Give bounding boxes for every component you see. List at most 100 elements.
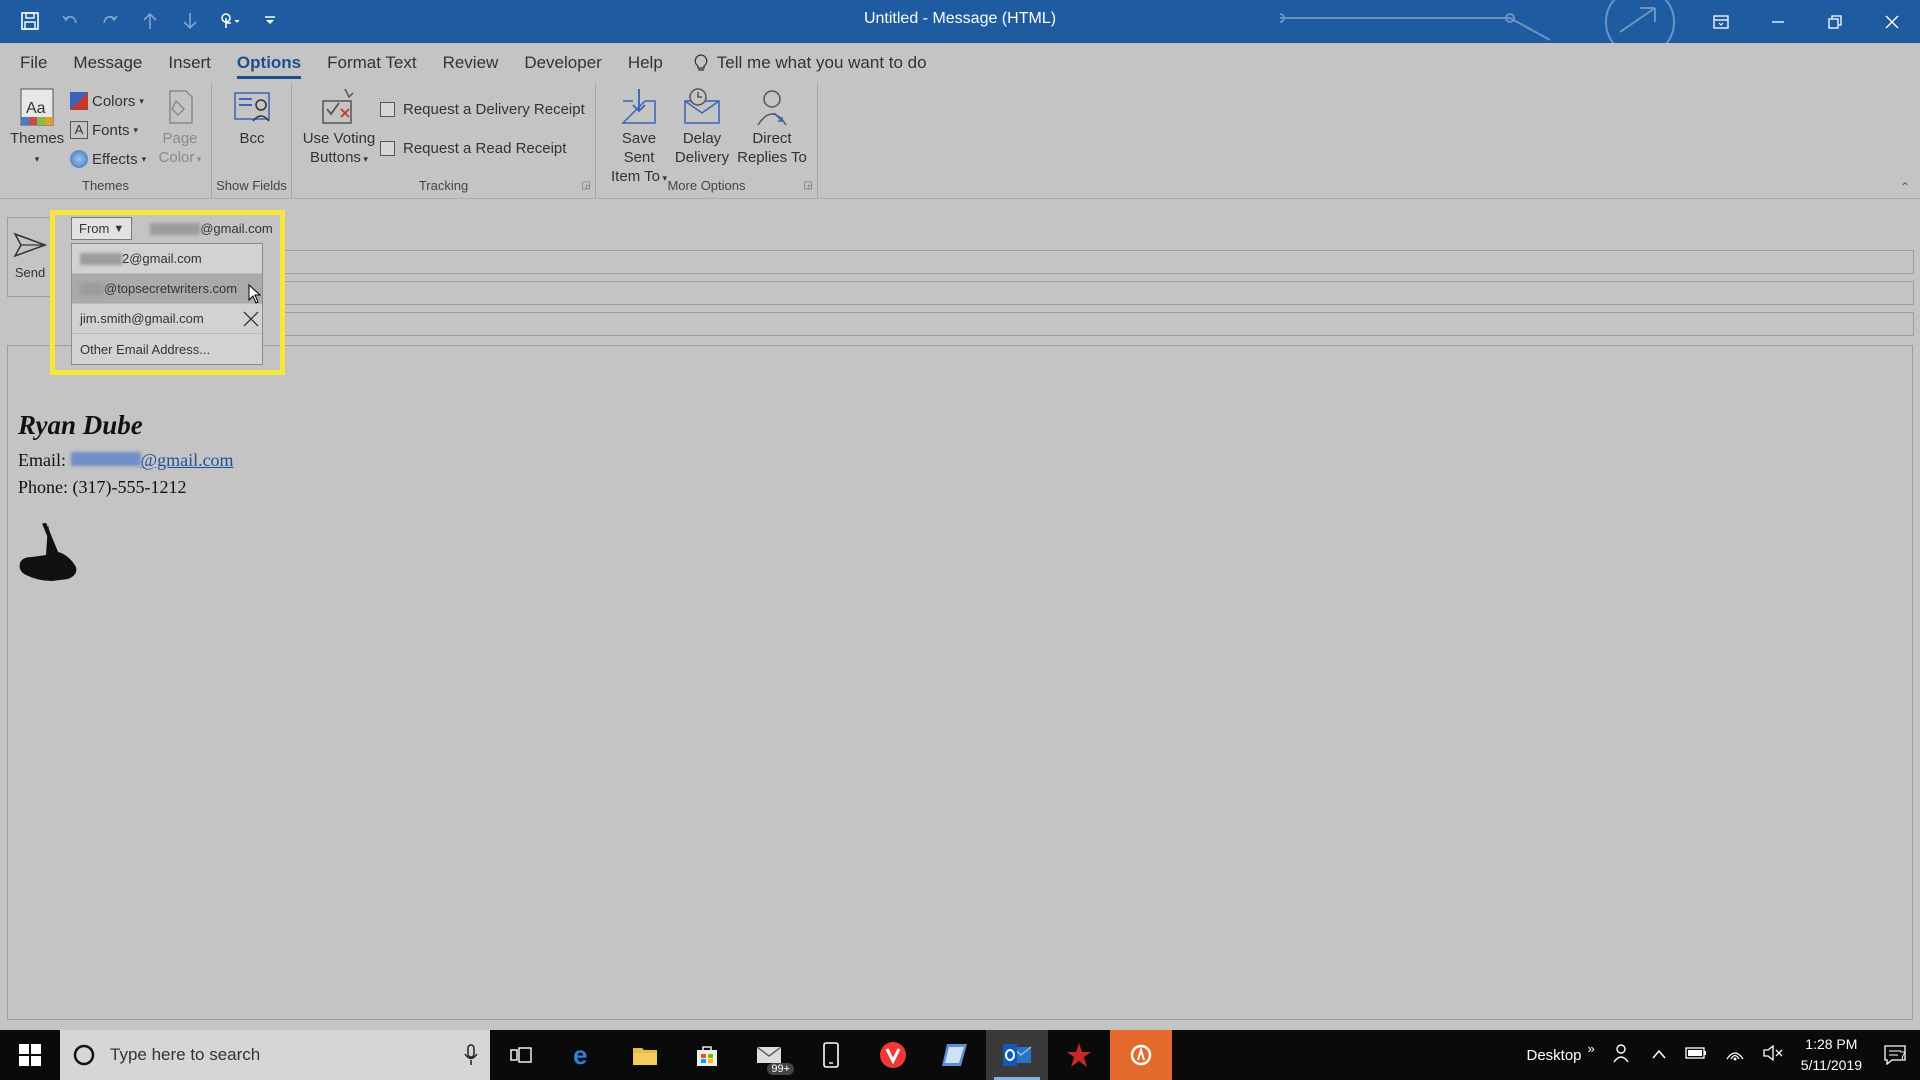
- taskbar: Type here to search e 99+ Desktop » 1:28…: [0, 1030, 1920, 1080]
- redacted-text: [150, 222, 201, 235]
- tab-help[interactable]: Help: [628, 47, 663, 79]
- signature-email-line: Email: @gmail.com: [18, 447, 234, 474]
- toolbar-expand-icon[interactable]: »: [1588, 1041, 1595, 1056]
- colors-button[interactable]: Colors ▾: [70, 92, 144, 110]
- from-option-jim-smith[interactable]: jim.smith@gmail.com: [72, 304, 262, 334]
- mouse-cursor-icon: [248, 284, 262, 304]
- tracking-group: Use Voting Buttons ▾ Request a Delivery …: [292, 83, 596, 199]
- task-view-icon[interactable]: [490, 1030, 552, 1080]
- signature-email-suffix: @gmail.com: [140, 450, 234, 470]
- compose-area: Send From ▼ @gmail.com 2@gmail.com @tops…: [0, 200, 1920, 1030]
- signature-name: Ryan Dube: [18, 410, 143, 440]
- voting-buttons-label-1: Use Voting: [302, 130, 376, 147]
- phone-icon[interactable]: [800, 1030, 862, 1080]
- effects-button[interactable]: Effects ▾: [70, 150, 146, 168]
- delivery-receipt-checkbox[interactable]: Request a Delivery Receipt: [380, 101, 585, 118]
- ribbon-display-options-icon[interactable]: [1692, 0, 1749, 43]
- page-color-label-1: Page: [162, 130, 198, 147]
- cc-field[interactable]: [280, 281, 1914, 305]
- snagit-icon[interactable]: [1048, 1030, 1110, 1080]
- window-title: Untitled - Message (HTML): [863, 10, 1057, 27]
- store-icon[interactable]: [676, 1030, 738, 1080]
- message-body[interactable]: [7, 345, 1913, 1020]
- hand-writing-icon: [18, 522, 234, 590]
- dialog-launcher-icon[interactable]: ◲: [804, 180, 813, 191]
- voting-buttons-button[interactable]: Use Voting Buttons ▾: [300, 87, 378, 169]
- signature-email-link[interactable]: @gmail.com: [70, 450, 234, 470]
- search-placeholder: Type here to search: [110, 1045, 261, 1064]
- voting-buttons-label-2: Buttons: [310, 149, 361, 166]
- effects-icon: [70, 150, 88, 168]
- tab-developer[interactable]: Developer: [524, 47, 602, 79]
- tab-options[interactable]: Options: [236, 47, 302, 79]
- notebook-app-icon[interactable]: [924, 1030, 986, 1080]
- signature-block: Ryan Dube Email: @gmail.com Phone: (317)…: [18, 410, 234, 590]
- close-icon[interactable]: [1863, 0, 1920, 43]
- desktop-toolbar-label[interactable]: Desktop: [1526, 1047, 1581, 1064]
- dialog-launcher-icon[interactable]: ◲: [582, 180, 591, 191]
- from-option-label: 2@gmail.com: [122, 251, 202, 266]
- restore-icon[interactable]: [1806, 0, 1863, 43]
- chevron-down-icon: ▾: [34, 154, 40, 164]
- tab-file[interactable]: File: [20, 47, 47, 79]
- remove-address-icon[interactable]: [242, 310, 260, 328]
- people-icon[interactable]: [1613, 1043, 1633, 1067]
- minimize-icon[interactable]: [1749, 0, 1806, 43]
- subject-field[interactable]: [280, 312, 1914, 336]
- redacted-text: [80, 282, 104, 295]
- tab-review[interactable]: Review: [443, 47, 499, 79]
- colors-label: Colors: [92, 92, 136, 110]
- page-color-icon: [169, 90, 193, 124]
- from-button[interactable]: From ▼: [71, 217, 133, 240]
- send-button[interactable]: Send: [7, 217, 53, 297]
- vivaldi-icon[interactable]: [862, 1030, 924, 1080]
- outlook-icon[interactable]: [986, 1030, 1048, 1080]
- tell-me-label: Tell me what you want to do: [716, 53, 927, 72]
- taskbar-search[interactable]: Type here to search: [60, 1030, 490, 1080]
- wifi-icon[interactable]: [1725, 1045, 1745, 1065]
- from-option-topsecretwriters[interactable]: @topsecretwriters.com: [72, 274, 262, 304]
- page-color-label-2: Color: [158, 149, 195, 166]
- read-receipt-checkbox-box[interactable]: [380, 141, 395, 156]
- from-option-label: @topsecretwriters.com: [104, 281, 238, 296]
- battery-icon[interactable]: [1685, 1046, 1707, 1064]
- windows-logo-icon: [19, 1044, 41, 1066]
- collapse-ribbon-icon[interactable]: ⌃: [1900, 180, 1910, 194]
- delay-delivery-button[interactable]: Delay Delivery: [674, 87, 730, 167]
- page-color-button[interactable]: Page Color ▾: [155, 87, 205, 169]
- from-option-gmail[interactable]: 2@gmail.com: [72, 244, 262, 274]
- themes-button[interactable]: Aa Themes ▾: [10, 87, 64, 169]
- direct-replies-label-2: Replies To: [737, 149, 807, 166]
- direct-replies-button[interactable]: Direct Replies To: [734, 87, 810, 167]
- file-explorer-icon[interactable]: [614, 1030, 676, 1080]
- to-field[interactable]: [280, 250, 1914, 274]
- read-receipt-label: Request a Read Receipt: [403, 140, 567, 157]
- tab-format-text[interactable]: Format Text: [327, 47, 416, 79]
- clock[interactable]: 1:28 PM 5/11/2019: [1801, 1034, 1862, 1076]
- delay-delivery-icon: [684, 88, 720, 124]
- start-button[interactable]: [0, 1030, 60, 1080]
- mail-icon[interactable]: 99+: [738, 1030, 800, 1080]
- tab-insert[interactable]: Insert: [168, 47, 211, 79]
- bcc-icon: [234, 92, 270, 122]
- from-row: From ▼ @gmail.com: [71, 217, 273, 240]
- microphone-icon[interactable]: [464, 1044, 478, 1066]
- volume-muted-icon[interactable]: [1763, 1044, 1783, 1065]
- fonts-button[interactable]: A Fonts ▾: [70, 121, 138, 139]
- signature-phone: Phone: (317)-555-1212: [18, 477, 187, 497]
- fonts-icon: A: [70, 121, 88, 139]
- clock-date: 5/11/2019: [1800, 1057, 1862, 1073]
- from-option-other[interactable]: Other Email Address...: [72, 334, 262, 364]
- show-hidden-icons-icon[interactable]: [1651, 1047, 1667, 1064]
- app-a-icon[interactable]: [1110, 1030, 1172, 1080]
- chevron-down-icon: ▼: [113, 222, 125, 235]
- tab-message[interactable]: Message: [73, 47, 142, 79]
- colors-icon: [70, 92, 88, 110]
- edge-icon[interactable]: e: [552, 1030, 614, 1080]
- delivery-receipt-checkbox-box[interactable]: [380, 102, 395, 117]
- save-sent-item-button[interactable]: Save Sent Item To ▾: [606, 87, 672, 188]
- action-center-icon[interactable]: 7: [1880, 1040, 1910, 1070]
- read-receipt-checkbox[interactable]: Request a Read Receipt: [380, 140, 566, 157]
- tell-me-box[interactable]: Tell me what you want to do: [693, 53, 927, 73]
- bcc-button[interactable]: Bcc: [232, 87, 272, 148]
